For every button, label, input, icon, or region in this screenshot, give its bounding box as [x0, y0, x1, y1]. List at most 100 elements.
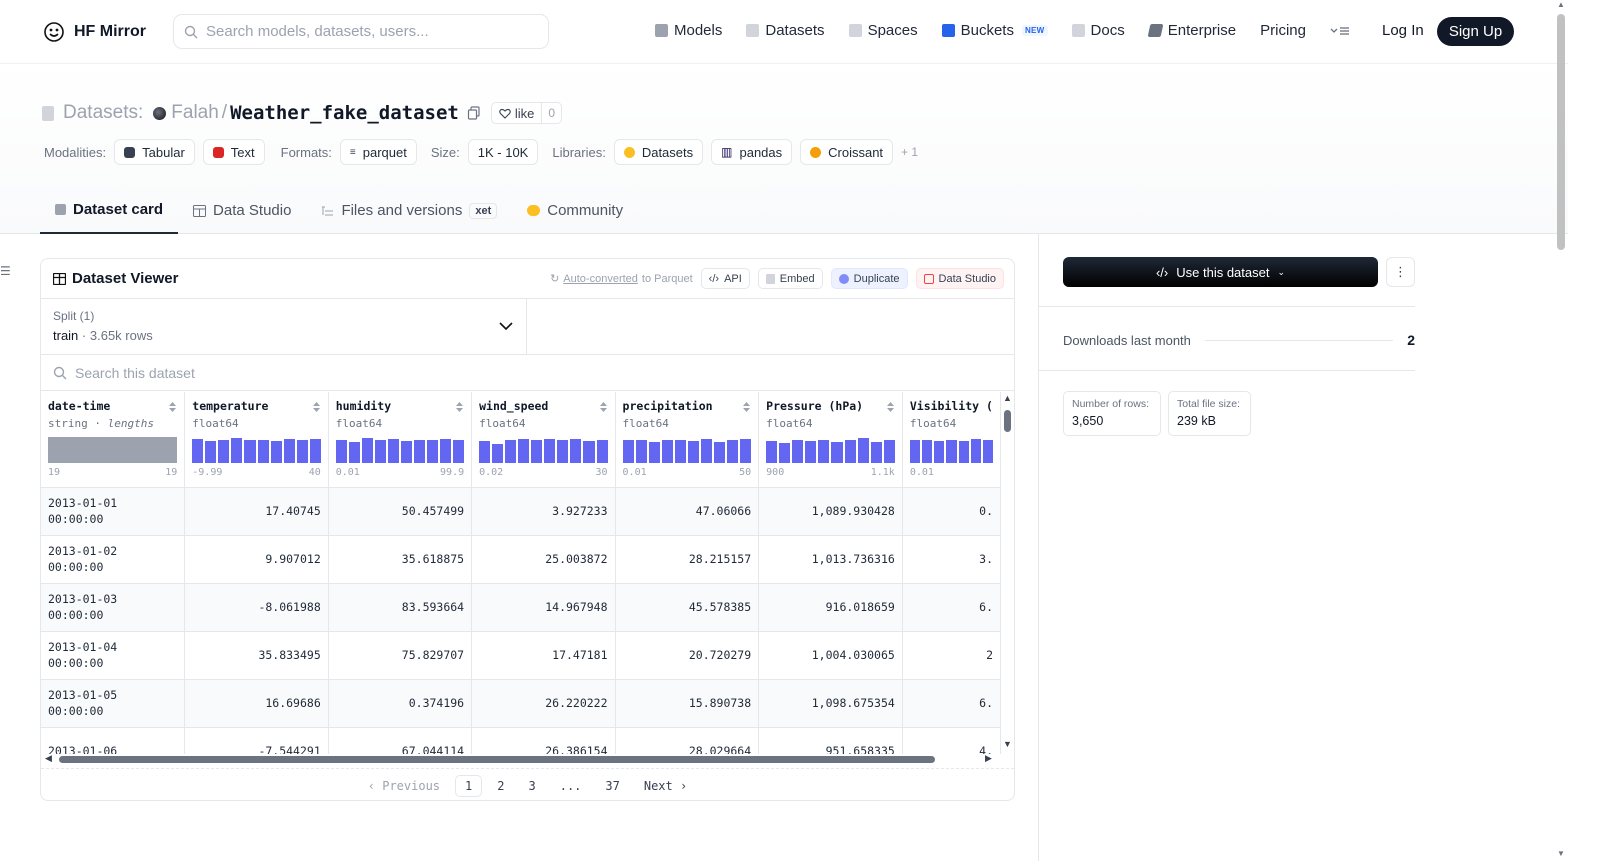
sort-icon[interactable] — [599, 401, 608, 413]
horizontal-scroll-thumb[interactable] — [59, 756, 935, 763]
tab-data-studio[interactable]: Data Studio — [178, 187, 306, 234]
column-header[interactable]: temperature float64 -9.99 40 — [184, 392, 329, 488]
column-header[interactable]: humidity float64 0.01 99.9 — [328, 392, 473, 488]
page-1-button[interactable]: 1 — [455, 774, 483, 797]
library-datasets-chip[interactable]: Datasets — [613, 139, 704, 165]
cell-date[interactable]: 2013-01-01 00:00:00 — [41, 487, 186, 536]
cell-precipitation[interactable]: 45.578385 — [615, 583, 760, 632]
like-button[interactable]: like 0 — [490, 102, 563, 124]
cell-temperature[interactable]: 16.69686 — [184, 679, 329, 728]
copy-icon[interactable] — [467, 106, 481, 120]
cell-precipitation[interactable]: 47.06066 — [615, 487, 760, 536]
sort-icon[interactable] — [742, 401, 751, 413]
tab-community[interactable]: Community — [512, 187, 638, 234]
nav-pricing[interactable]: Pricing — [1260, 22, 1306, 39]
cell-wind_speed[interactable]: 14.967948 — [471, 583, 616, 632]
owner-link[interactable]: Falah — [171, 102, 219, 124]
cell-date[interactable]: 2013-01-04 00:00:00 — [41, 631, 186, 680]
histogram[interactable] — [479, 437, 608, 463]
format-parquet-chip[interactable]: ≡ parquet — [339, 139, 417, 165]
vertical-scrollbar[interactable]: ▲ ▼ — [1001, 392, 1014, 754]
embed-button[interactable]: Embed — [757, 268, 823, 289]
page-3-button[interactable]: 3 — [519, 776, 544, 796]
duplicate-button[interactable]: Duplicate — [830, 268, 908, 289]
cell-wind_speed[interactable]: 26.220222 — [471, 679, 616, 728]
cell-date[interactable]: 2013-01-03 00:00:00 — [41, 583, 186, 632]
cell-temperature[interactable]: 35.833495 — [184, 631, 329, 680]
nav-spaces[interactable]: Spaces — [848, 22, 918, 39]
cell-wind_speed[interactable]: 25.003872 — [471, 535, 616, 584]
next-page-button[interactable]: Next › — [635, 776, 696, 796]
cell-visibility[interactable]: 2 — [902, 631, 1001, 680]
cell-visibility[interactable]: 0. — [902, 487, 1001, 536]
histogram[interactable] — [909, 437, 994, 463]
cell-temperature[interactable]: -7.544291 — [184, 727, 329, 754]
use-this-dataset-button[interactable]: ‹/› Use this dataset ⌄ — [1063, 257, 1378, 287]
modality-tabular-chip[interactable]: Tabular — [114, 139, 195, 165]
global-search-input[interactable] — [206, 23, 526, 40]
nav-models[interactable]: Models — [655, 22, 722, 39]
cell-humidity[interactable]: 67.044114 — [328, 727, 473, 754]
sort-icon[interactable] — [455, 401, 464, 413]
scroll-right-icon[interactable]: ▶ — [985, 753, 992, 764]
cell-wind_speed[interactable]: 3.927233 — [471, 487, 616, 536]
logo[interactable]: HF Mirror — [42, 20, 146, 44]
table-row[interactable]: 2013-01-06 -7.544291 67.044114 26.386154 28.… — [41, 727, 1001, 754]
histogram[interactable] — [48, 437, 178, 463]
cell-humidity[interactable]: 75.829707 — [328, 631, 473, 680]
cell-temperature[interactable]: 17.40745 — [184, 487, 329, 536]
cell-visibility[interactable]: 4. — [902, 727, 1001, 754]
sort-icon[interactable] — [312, 401, 321, 413]
cell-visibility[interactable]: 3. — [902, 535, 1001, 584]
table-row[interactable]: 2013-01-03 00:00:00 -8.061988 83.593664 14.… — [41, 583, 1001, 632]
column-header[interactable]: wind_speed float64 0.02 30 — [471, 392, 616, 488]
column-header[interactable]: Pressure (hPa) float64 900 1.1k — [758, 392, 903, 488]
tab-files-and-versions[interactable]: Files and versions xet — [306, 187, 512, 234]
cell-temperature[interactable]: 9.907012 — [184, 535, 329, 584]
column-header[interactable]: date-time string · lengths 19 19 — [41, 392, 186, 488]
cell-wind_speed[interactable]: 17.47181 — [471, 631, 616, 680]
nav-datasets[interactable]: Datasets — [746, 22, 825, 39]
data-studio-button[interactable]: Data Studio — [915, 268, 1004, 289]
cell-visibility[interactable]: 6. — [902, 583, 1001, 632]
cell-temperature[interactable]: -8.061988 — [184, 583, 329, 632]
datasets-crumb[interactable]: Datasets: — [63, 102, 143, 124]
column-header[interactable]: precipitation float64 0.01 50 — [615, 392, 760, 488]
owner-avatar[interactable] — [153, 106, 167, 120]
page-2-button[interactable]: 2 — [488, 776, 513, 796]
cell-humidity[interactable]: 50.457499 — [328, 487, 473, 536]
table-row[interactable]: 2013-01-05 00:00:00 16.69686 0.374196 26.22… — [41, 679, 1001, 728]
cell-precipitation[interactable]: 20.720279 — [615, 631, 760, 680]
nav-buckets[interactable]: Buckets NEW — [941, 22, 1048, 39]
cell-date[interactable]: 2013-01-02 00:00:00 — [41, 535, 186, 584]
horizontal-scrollbar[interactable]: ◀ ▶ — [41, 753, 1001, 766]
previous-page-button[interactable]: ‹ Previous — [359, 776, 449, 796]
table-row[interactable]: 2013-01-02 00:00:00 9.907012 35.618875 25.0… — [41, 535, 1001, 584]
histogram[interactable] — [335, 437, 465, 463]
scroll-left-icon[interactable]: ◀ — [45, 753, 52, 764]
page-37-button[interactable]: 37 — [596, 776, 628, 796]
dataset-search[interactable] — [41, 355, 1014, 391]
cell-date[interactable]: 2013-01-05 00:00:00 — [41, 679, 186, 728]
dataset-name[interactable]: Weather_fake_dataset — [230, 102, 459, 124]
signup-button[interactable]: Sign Up — [1437, 17, 1514, 46]
cell-wind_speed[interactable]: 26.386154 — [471, 727, 616, 754]
cell-precipitation[interactable]: 15.890738 — [615, 679, 760, 728]
histogram[interactable] — [766, 437, 895, 463]
cell-pressure[interactable]: 1,004.030065 — [758, 631, 903, 680]
vertical-scroll-thumb[interactable] — [1004, 410, 1011, 432]
sort-icon[interactable] — [886, 401, 895, 413]
split-selector[interactable]: Split (1) train · 3.65k rows — [41, 299, 527, 354]
sort-icon[interactable] — [168, 401, 177, 413]
size-chip[interactable]: 1K - 10K — [467, 139, 539, 165]
cell-pressure[interactable]: 1,089.930428 — [758, 487, 903, 536]
cell-humidity[interactable]: 0.374196 — [328, 679, 473, 728]
page-scroll-thumb[interactable] — [1557, 14, 1565, 250]
global-search[interactable] — [173, 14, 549, 49]
cell-date[interactable]: 2013-01-06 — [41, 727, 186, 754]
cell-visibility[interactable]: 6. — [902, 679, 1001, 728]
auto-converted-link[interactable]: Auto-converted — [563, 273, 638, 285]
scroll-up-icon[interactable]: ▲ — [1003, 393, 1012, 403]
cell-humidity[interactable]: 35.618875 — [328, 535, 473, 584]
cell-precipitation[interactable]: 28.215157 — [615, 535, 760, 584]
